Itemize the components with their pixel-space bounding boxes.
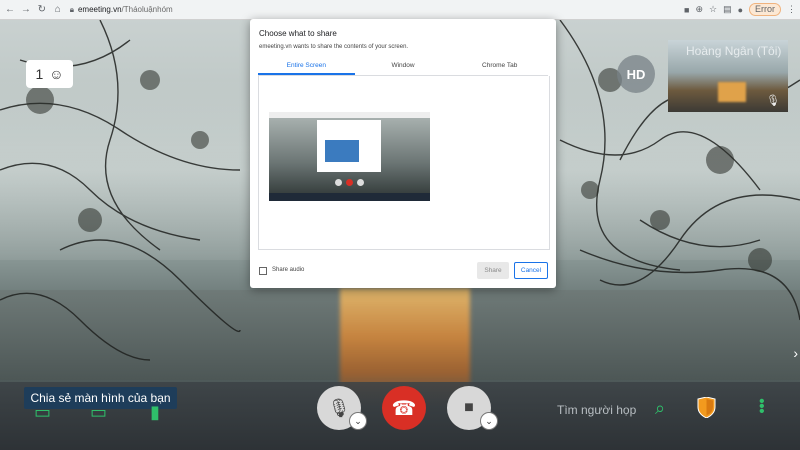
share-preview-panel — [258, 76, 550, 250]
present-icon[interactable]: ▭ — [90, 402, 107, 423]
self-video-tower — [718, 82, 746, 102]
mic-off-icon: 🎙︎ — [327, 397, 351, 418]
search-icon[interactable]: ⌕ — [655, 398, 665, 419]
video-icon: ■ — [464, 399, 474, 416]
share-screen-dialog: Choose what to share emeeting.vn wants t… — [250, 19, 556, 288]
thumbnail-mic-button — [335, 179, 342, 186]
camera-icon[interactable]: ■ — [684, 5, 689, 15]
search-participants-input[interactable]: Tìm người họp — [557, 403, 636, 417]
hangup-button[interactable]: ☎ — [382, 386, 426, 430]
lock-icon[interactable]: 🔒︎ — [70, 5, 74, 15]
participants-icon: ☺ — [49, 66, 64, 82]
tab-chrome-tab[interactable]: Chrome Tab — [451, 59, 548, 75]
profile-icon[interactable]: ● — [738, 5, 743, 15]
menu-icon[interactable]: ⋮ — [787, 4, 796, 15]
remote-avatar[interactable]: HD — [617, 55, 655, 93]
tab-entire-screen[interactable]: Entire Screen — [258, 59, 355, 75]
thumbnail-hangup-button — [346, 179, 353, 186]
whiteboard-icon[interactable]: ▮ — [150, 402, 160, 423]
mic-off-icon: 🎙︎ — [766, 95, 780, 107]
thumbnail-dialog-preview — [325, 140, 359, 162]
share-audio-label: Share audio — [272, 267, 305, 273]
screen-share-icon[interactable]: ▭ — [34, 402, 51, 423]
screen-thumbnail[interactable] — [269, 112, 430, 201]
dialog-description: emeeting.vn wants to share the contents … — [259, 44, 409, 50]
thumbnail-camera-button — [357, 179, 364, 186]
cancel-button[interactable]: Cancel — [514, 262, 548, 279]
mic-options-chevron[interactable]: ⌄ — [349, 412, 367, 430]
hangup-icon: ☎ — [391, 397, 417, 420]
more-icon[interactable]: • • • — [759, 394, 765, 420]
home-icon[interactable]: ⌂ — [52, 3, 64, 16]
dialog-title: Choose what to share — [259, 29, 337, 38]
share-tabs: Entire Screen Window Chrome Tab — [258, 59, 548, 76]
url-path: /Tháoluậnhóm — [121, 5, 173, 14]
reload-icon[interactable]: ↻ — [36, 3, 48, 16]
url-domain: emeeting.vn — [77, 5, 122, 14]
thumbnail-taskbar — [269, 193, 430, 201]
back-icon[interactable]: ← — [4, 3, 16, 16]
error-button[interactable]: Error — [749, 3, 782, 16]
camera-options-chevron[interactable]: ⌄ — [480, 412, 498, 430]
zoom-icon[interactable]: ⊕ — [695, 4, 703, 15]
self-name: Hoàng Ngân (Tôi) — [686, 44, 782, 58]
share-button[interactable]: Share — [477, 262, 509, 279]
browser-toolbar: ← → ↻ ⌂ 🔒︎ emeeting.vn/Tháoluậnhóm ■ ⊕ ☆… — [0, 0, 800, 20]
chevron-right-icon[interactable]: › — [793, 345, 798, 361]
participants-counter[interactable]: 1 ☺ — [26, 60, 73, 88]
extensions-icon[interactable]: ▤ — [723, 4, 732, 15]
forward-icon[interactable]: → — [20, 3, 32, 16]
shield-icon[interactable] — [697, 397, 716, 418]
address-bar[interactable]: 🔒︎ emeeting.vn/Tháoluậnhóm — [70, 2, 684, 17]
participant-count: 1 — [35, 66, 44, 82]
self-video-tile[interactable]: Hoàng Ngân (Tôi) 🎙︎ — [668, 40, 788, 112]
share-audio-checkbox[interactable] — [259, 267, 267, 275]
chevron-down-icon: ⌄ — [485, 415, 493, 426]
chevron-down-icon: ⌄ — [354, 415, 362, 426]
tab-window[interactable]: Window — [355, 59, 452, 75]
thumbnail-dialog — [317, 120, 381, 172]
star-icon[interactable]: ☆ — [709, 4, 717, 15]
